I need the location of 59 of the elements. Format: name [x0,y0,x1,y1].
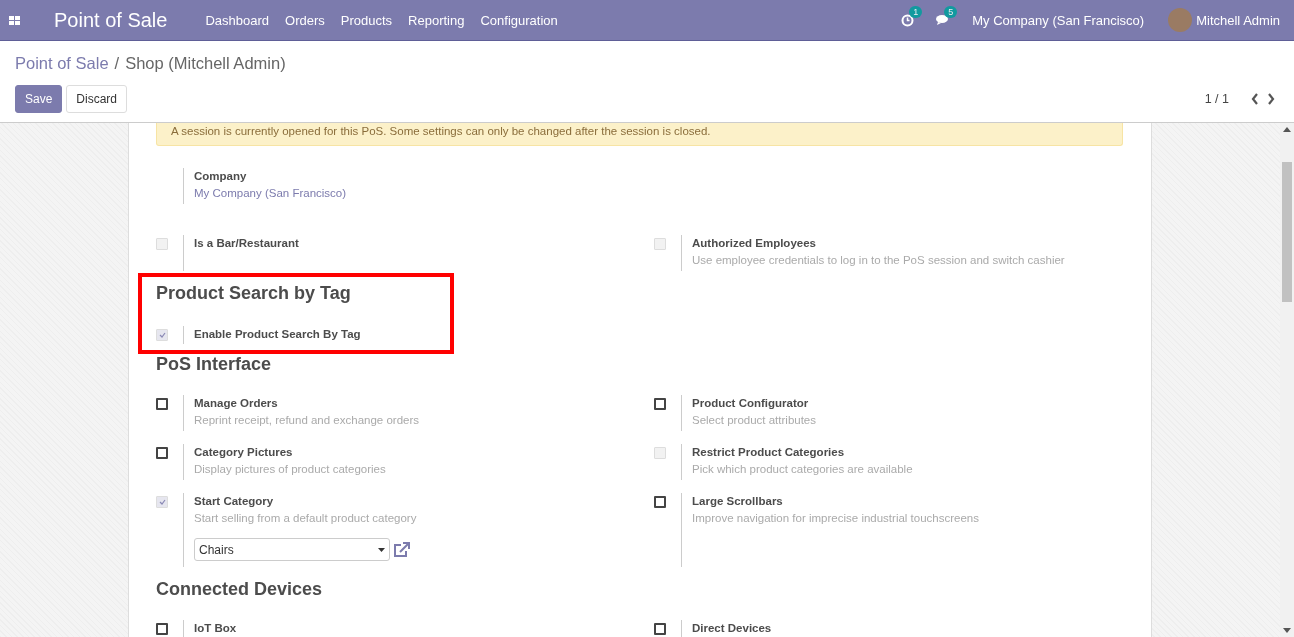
user-menu[interactable]: Mitchell Admin [1196,12,1280,28]
menu-item[interactable]: Orders [277,12,333,28]
checkbox[interactable] [156,447,168,459]
menu-item[interactable]: Reporting [400,12,473,28]
chevron-right-icon [1267,93,1275,105]
external-link-icon[interactable] [393,541,411,558]
breadcrumb-current: Shop (Mitchell Admin) [125,53,286,73]
menu-item[interactable]: Products [332,12,401,28]
scroll-down-icon [1283,628,1291,633]
chevron-left-icon [1251,93,1259,105]
setting-description: Display pictures of product categories [194,462,386,477]
section-title: Connected Devices [156,579,324,600]
discard-button[interactable]: Discard [66,85,128,113]
company-value[interactable]: My Company (San Francisco) [194,184,347,202]
setting-description: Pick which product categories are available [692,462,913,477]
activity-count-badge: 1 [909,5,923,18]
menu-item[interactable]: Dashboard [197,12,278,28]
setting-label: Company [194,169,248,184]
checkbox[interactable] [654,623,666,635]
section-title: PoS Interface [156,354,273,375]
setting-label: Is a Bar/Restaurant [194,236,299,251]
setting-label: Start Category [194,494,275,509]
breadcrumb-separator: / [114,53,120,73]
save-button[interactable]: Save [15,85,63,113]
setting-description: Start selling from a default product category [194,511,417,526]
check-icon [158,499,166,505]
caret-icon [378,547,385,552]
setting-description: Improve navigation for imprecise industrial touchscreens [692,511,979,526]
grid-icon [9,15,20,25]
setting-label: Product Configurator [692,396,810,411]
section-title: Product Search by Tag [156,283,352,304]
chat-icon[interactable] [936,14,951,26]
pager-counter: 1 / 1 [1204,92,1229,106]
setting-label: Authorized Employees [692,236,817,251]
checkbox[interactable] [156,398,168,410]
breadcrumb-link[interactable]: Point of Sale [15,53,109,73]
setting-label: Direct Devices [692,621,772,636]
checkbox[interactable] [654,496,666,508]
menu-item[interactable]: Configuration [472,12,566,28]
session-warning: A session is currently opened for this PoS. Some settings can only be changed after the session is closed. [156,123,1123,146]
scroll-up-icon [1283,127,1291,132]
clock-icon[interactable] [901,13,915,27]
checkbox[interactable] [654,398,666,410]
scrollbar[interactable] [1280,123,1294,637]
message-count-badge: 5 [944,6,958,18]
scrollbar-thumb[interactable] [1282,162,1292,302]
setting-description: Reprint receipt, refund and exchange orders [194,413,420,428]
setting-label: IoT Box [194,621,237,636]
setting-description: Use employee credentials to log in to the PoS session and switch cashier [692,253,1065,268]
setting-label: Manage Orders [194,396,279,411]
setting-label: Category Pictures [194,445,294,460]
setting-label: Large Scrollbars [692,494,784,509]
app-title: Point of Sale [54,8,168,32]
checkbox[interactable] [156,623,168,635]
company-switcher[interactable]: My Company (San Francisco) [972,12,1145,28]
setting-description: Select product attributes [692,413,816,428]
check-icon [158,332,166,338]
setting-label: Restrict Product Categories [692,445,846,460]
setting-label: Enable Product Search By Tag [194,327,361,342]
